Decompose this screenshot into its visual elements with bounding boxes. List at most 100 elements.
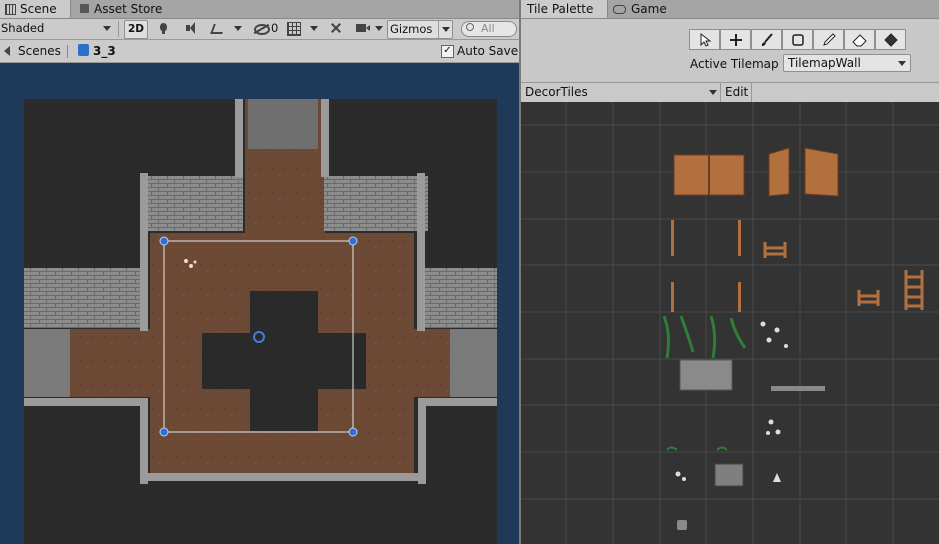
eraser-tool[interactable] xyxy=(844,29,875,50)
move-icon xyxy=(729,33,742,46)
auto-save-checkbox[interactable]: ✓ xyxy=(441,45,454,58)
wall-edge xyxy=(417,173,425,331)
lock-tile xyxy=(677,520,687,530)
lighting-toggle[interactable] xyxy=(154,20,172,37)
scene-toolbar: Shaded 2D 0 Gizmos All xyxy=(0,19,519,40)
wall-edge xyxy=(24,398,144,406)
box-fill-icon xyxy=(791,33,804,46)
chevron-down-icon xyxy=(103,26,111,31)
scene-window: Scene Asset Store Shaded 2D 0 Gizmos All… xyxy=(0,0,519,544)
chevron-down-icon xyxy=(898,61,906,66)
debris xyxy=(189,264,193,268)
fence-tile xyxy=(763,242,787,258)
tile-palette-window: Tile Palette Game Active Tilemap Tilemap… xyxy=(521,0,939,544)
toolbar-divider xyxy=(118,21,119,37)
tools-toggle[interactable] xyxy=(326,20,346,37)
grid-menu-button[interactable] xyxy=(308,20,320,37)
fill-tool[interactable] xyxy=(875,29,906,50)
selection-handle[interactable] xyxy=(159,427,169,437)
box-fill-tool[interactable] xyxy=(782,29,813,50)
scenes-link[interactable]: Scenes xyxy=(18,44,61,58)
palette-header: DecorTiles Edit xyxy=(521,82,939,103)
brush-tool[interactable] xyxy=(751,29,782,50)
wall-upper-right xyxy=(324,176,428,231)
camera-menu-button[interactable] xyxy=(374,20,384,37)
tile-palette-grid[interactable] xyxy=(521,102,939,544)
wall-edge xyxy=(321,99,329,177)
chevron-down-icon xyxy=(442,27,450,32)
select-tool[interactable] xyxy=(689,29,720,50)
move-tool[interactable] xyxy=(720,29,751,50)
post-tile xyxy=(738,220,741,256)
eraser-icon xyxy=(851,33,867,46)
camera-dropdown[interactable] xyxy=(354,20,376,37)
vine-tile xyxy=(662,315,747,359)
candle-tile xyxy=(773,473,781,482)
brush-icon xyxy=(761,32,773,46)
tab-asset-store-label: Asset Store xyxy=(94,2,163,16)
breadcrumb: Scenes 3_3 ✓ Auto Save xyxy=(0,40,519,63)
speaker-cone xyxy=(190,22,195,34)
search-icon xyxy=(466,23,474,31)
palette-dropdown[interactable]: DecorTiles xyxy=(521,83,719,102)
camera-icon xyxy=(356,24,366,32)
selection-handle[interactable] xyxy=(159,236,169,246)
tilemap-render xyxy=(24,99,497,544)
select-icon xyxy=(700,32,711,47)
wall-edge xyxy=(418,398,497,406)
chevron-down-icon xyxy=(709,90,717,95)
picker-tool[interactable] xyxy=(813,29,844,50)
unity-cube-icon xyxy=(78,44,89,56)
ladder-tile xyxy=(904,270,924,310)
chevron-down-icon xyxy=(375,26,383,31)
hidden-count: 0 xyxy=(271,21,279,35)
stone-left xyxy=(24,329,70,397)
tab-game[interactable]: Game xyxy=(609,0,681,18)
pit-horizontal xyxy=(202,333,366,389)
tab-scene-label: Scene xyxy=(20,2,57,16)
gamepad-icon xyxy=(613,5,626,14)
active-tilemap-dropdown[interactable]: TilemapWall xyxy=(783,54,911,72)
picker-icon xyxy=(822,32,836,46)
wall-edge xyxy=(140,473,426,481)
wall-edge xyxy=(418,398,426,484)
draw-mode-dropdown[interactable]: Shaded xyxy=(1,20,111,37)
active-tilemap-label: Active Tilemap xyxy=(690,57,779,71)
selection-handle[interactable] xyxy=(348,427,358,437)
edit-button[interactable]: Edit xyxy=(725,85,748,99)
grass-tile xyxy=(666,446,728,451)
tab-scene[interactable]: Scene xyxy=(0,0,71,18)
lightbulb-base xyxy=(162,31,165,34)
header-divider xyxy=(720,83,721,102)
wall-left xyxy=(24,268,148,328)
tab-tile-palette-label: Tile Palette xyxy=(527,2,594,16)
audio-toggle[interactable] xyxy=(182,20,200,37)
effects-dropdown[interactable] xyxy=(208,20,230,37)
gizmos-label: Gizmos xyxy=(390,22,433,36)
tab-tile-palette[interactable]: Tile Palette xyxy=(521,0,608,18)
scene-visibility-toggle[interactable]: 0 xyxy=(252,20,280,37)
breadcrumb-separator xyxy=(67,45,68,58)
wall-edge xyxy=(140,398,148,484)
gizmos-dropdown[interactable]: Gizmos xyxy=(387,20,453,39)
wall-corridor-top xyxy=(248,99,318,149)
wall-right xyxy=(417,268,497,328)
post-tile xyxy=(671,220,674,256)
scene-search-box[interactable]: All xyxy=(461,21,517,37)
scene-viewport[interactable] xyxy=(0,63,519,544)
debris xyxy=(184,259,188,263)
scene-name[interactable]: 3_3 xyxy=(93,44,116,58)
chevron-down-icon xyxy=(234,26,242,31)
toggle-2d-button[interactable]: 2D xyxy=(124,20,148,39)
draw-mode-value: Shaded xyxy=(1,21,45,35)
post-tile xyxy=(671,282,674,312)
grid-snap-toggle[interactable] xyxy=(284,20,304,37)
debris xyxy=(193,260,197,264)
selection-handle[interactable] xyxy=(348,236,358,246)
tab-asset-store[interactable]: Asset Store xyxy=(76,0,184,18)
chest-tile xyxy=(714,463,744,487)
wall-upper-left xyxy=(143,176,243,231)
effects-menu-button[interactable] xyxy=(232,20,244,37)
stone-right xyxy=(450,329,497,397)
plank-tile xyxy=(771,386,825,391)
